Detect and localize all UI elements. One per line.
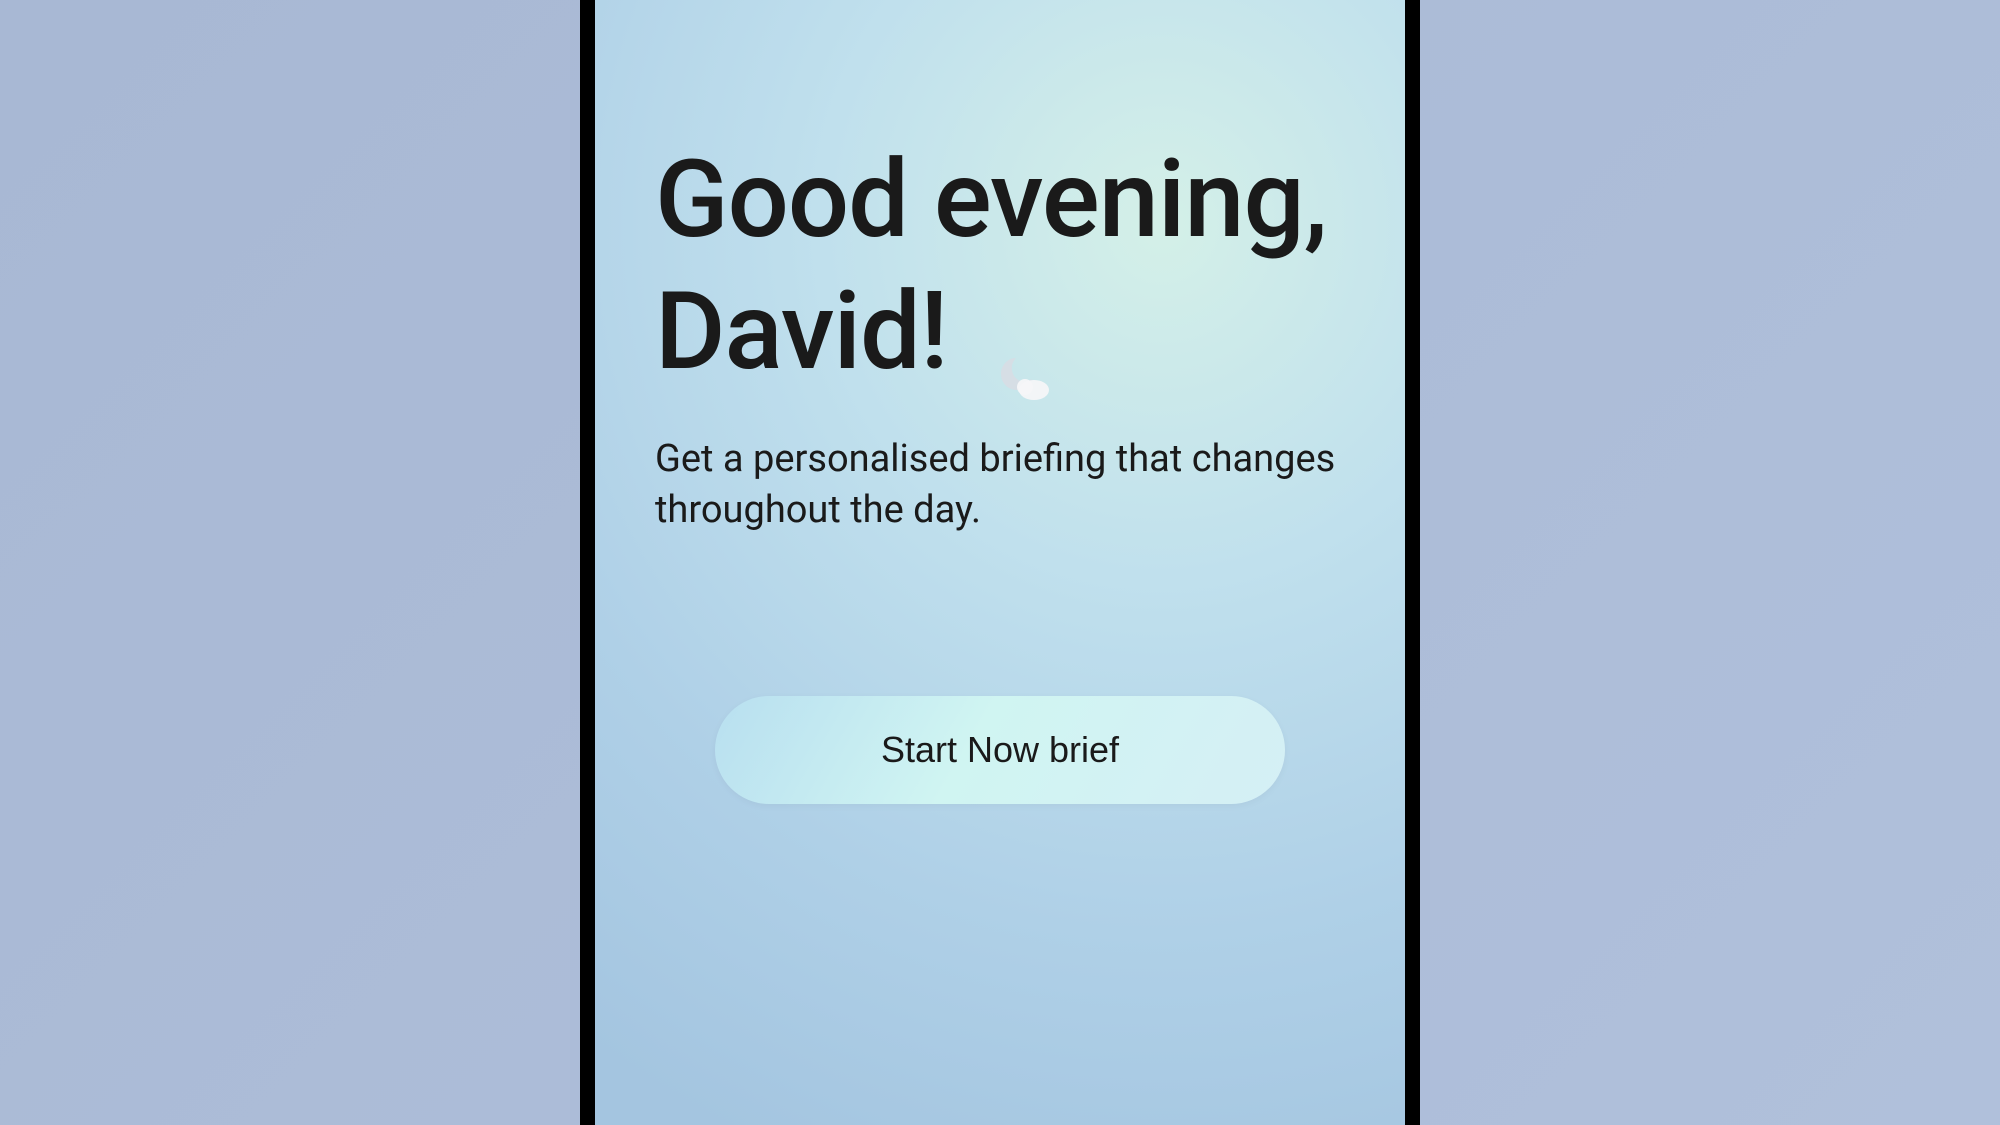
moon-night-icon <box>988 304 1058 359</box>
phone-frame: Good evening, David! Get a personalised … <box>580 0 1420 1125</box>
greeting-subtitle: Get a personalised briefing that changes… <box>655 434 1345 537</box>
phone-screen: Good evening, David! Get a personalised … <box>595 0 1405 1125</box>
button-container: Start Now brief <box>655 696 1345 804</box>
greeting-heading: Good evening, David! <box>655 135 1345 399</box>
start-now-brief-button[interactable]: Start Now brief <box>715 696 1285 804</box>
